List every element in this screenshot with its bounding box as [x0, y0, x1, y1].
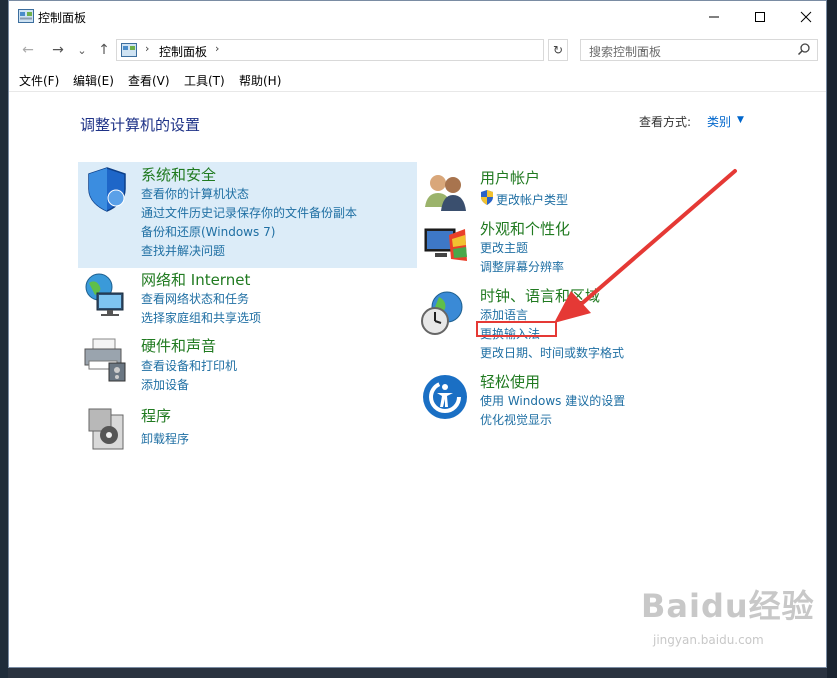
forward-button[interactable]: →: [49, 41, 67, 59]
link-troubleshoot[interactable]: 查找并解决问题: [141, 242, 225, 259]
link-adjust-resolution[interactable]: 调整屏幕分辨率: [480, 258, 564, 275]
menu-tools[interactable]: 工具(T): [184, 72, 225, 89]
control-panel-window: 控制面板 ← → ⌄ ↑ › 控制面板 › ⌄ ↻ 搜索控制面板 文件(F) 编…: [8, 0, 827, 668]
link-recommended-settings[interactable]: 使用 Windows 建议的设置: [480, 392, 625, 409]
menu-view[interactable]: 查看(V): [128, 72, 170, 89]
menu-help[interactable]: 帮助(H): [239, 72, 281, 89]
link-backup-restore[interactable]: 备份和还原(Windows 7): [141, 223, 275, 240]
link-devices-printers[interactable]: 查看设备和打印机: [141, 357, 237, 374]
annotation-highlight-box: [476, 321, 557, 337]
recent-locations-button[interactable]: ⌄: [73, 41, 91, 59]
network-globe-icon[interactable]: [81, 271, 129, 319]
up-button[interactable]: ↑: [95, 41, 113, 59]
search-icon[interactable]: [797, 42, 811, 56]
search-placeholder: 搜索控制面板: [589, 45, 662, 59]
clock-globe-icon[interactable]: [419, 289, 467, 337]
page-title: 调整计算机的设置: [80, 116, 201, 134]
link-file-history-backup[interactable]: 通过文件历史记录保存你的文件备份副本: [141, 204, 357, 221]
refresh-icon: ↻: [552, 43, 564, 57]
link-change-account-type[interactable]: 更改帐户类型: [496, 191, 568, 208]
baidu-watermark-url: jingyan.baidu.com: [653, 633, 764, 647]
printer-icon[interactable]: [81, 335, 129, 383]
menu-file[interactable]: 文件(F): [19, 72, 59, 89]
shield-icon[interactable]: [83, 165, 131, 213]
maximize-icon: [755, 12, 765, 22]
search-input[interactable]: 搜索控制面板: [580, 39, 818, 61]
category-ease-of-access[interactable]: 轻松使用: [480, 371, 540, 392]
title-bar: 控制面板: [9, 1, 826, 33]
programs-icon[interactable]: [85, 405, 133, 453]
desktop-background-right: [827, 0, 837, 678]
menu-bar: 文件(F) 编辑(E) 查看(V) 工具(T) 帮助(H): [9, 67, 826, 92]
menu-edit[interactable]: 编辑(E): [73, 72, 114, 89]
view-by-label: 查看方式:: [639, 115, 692, 129]
ease-of-access-icon[interactable]: [421, 373, 469, 421]
desktop-background: [0, 0, 8, 678]
refresh-button[interactable]: ↻: [548, 39, 568, 61]
breadcrumb-control-panel[interactable]: 控制面板: [159, 43, 207, 60]
navigation-bar: ← → ⌄ ↑ › 控制面板 › ⌄ ↻ 搜索控制面板: [9, 35, 826, 65]
control-panel-icon: [18, 9, 34, 23]
category-programs[interactable]: 程序: [141, 405, 171, 426]
link-add-device[interactable]: 添加设备: [141, 376, 189, 393]
category-appearance-personalization[interactable]: 外观和个性化: [480, 218, 570, 239]
link-homegroup-sharing[interactable]: 选择家庭组和共享选项: [141, 309, 261, 326]
link-change-theme[interactable]: 更改主题: [480, 239, 528, 256]
close-icon: [800, 11, 812, 23]
uac-shield-icon: [481, 190, 493, 205]
link-view-computer-status[interactable]: 查看你的计算机状态: [141, 185, 249, 202]
minimize-button[interactable]: [691, 1, 737, 33]
monitor-palette-icon[interactable]: [421, 221, 469, 269]
breadcrumb-separator[interactable]: ›: [215, 42, 219, 55]
chevron-down-icon[interactable]: ▼: [737, 115, 744, 125]
control-panel-icon: [121, 43, 137, 57]
link-network-status[interactable]: 查看网络状态和任务: [141, 290, 249, 307]
category-system-security[interactable]: 系统和安全: [141, 164, 216, 185]
breadcrumb-separator[interactable]: ›: [145, 42, 149, 55]
baidu-watermark: Baidu经验: [641, 587, 815, 625]
maximize-button[interactable]: [737, 1, 783, 33]
close-button[interactable]: [783, 1, 829, 33]
category-user-accounts[interactable]: 用户帐户: [480, 167, 540, 188]
link-change-date-time-format[interactable]: 更改日期、时间或数字格式: [480, 344, 624, 361]
users-icon[interactable]: [421, 167, 469, 215]
window-title: 控制面板: [38, 11, 87, 25]
minimize-icon: [709, 16, 719, 18]
view-by-dropdown[interactable]: 类别: [707, 113, 731, 130]
category-network-internet[interactable]: 网络和 Internet: [141, 269, 250, 290]
back-button[interactable]: ←: [19, 41, 37, 59]
category-hardware-sound[interactable]: 硬件和声音: [141, 335, 216, 356]
link-optimize-visual-display[interactable]: 优化视觉显示: [480, 411, 552, 428]
address-bar[interactable]: › 控制面板 › ⌄: [116, 39, 647, 61]
category-clock-language-region[interactable]: 时钟、语言和区域: [480, 285, 600, 306]
link-uninstall-program[interactable]: 卸载程序: [141, 430, 189, 447]
